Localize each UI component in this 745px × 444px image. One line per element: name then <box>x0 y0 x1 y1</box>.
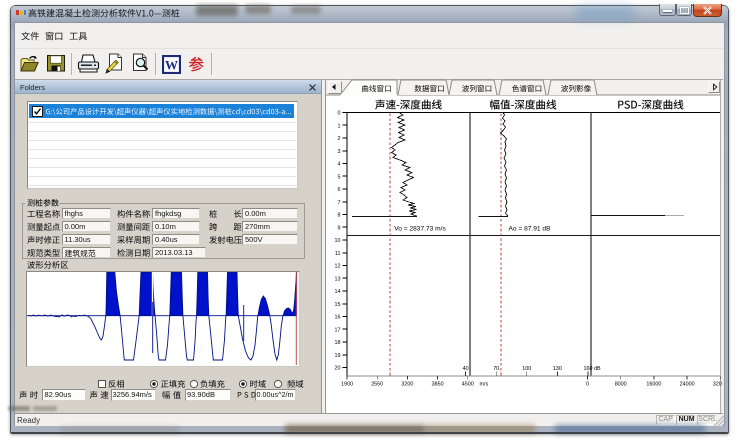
svg-text:14: 14 <box>335 289 341 295</box>
svg-text:160: 160 <box>584 366 593 372</box>
svg-text:40: 40 <box>463 366 469 372</box>
svg-text:16000: 16000 <box>646 382 661 388</box>
svg-text:3200: 3200 <box>401 382 413 388</box>
svg-text:13: 13 <box>335 276 341 282</box>
svg-text:dB: dB <box>594 366 601 372</box>
svg-text:4500: 4500 <box>462 382 474 388</box>
svg-text:24000: 24000 <box>680 382 695 388</box>
svg-text:130: 130 <box>553 366 562 372</box>
svg-text:10: 10 <box>335 238 341 244</box>
svg-text:Ao = 87.91 dB: Ao = 87.91 dB <box>509 226 552 233</box>
svg-text:15: 15 <box>335 302 341 308</box>
svg-text:19: 19 <box>335 353 341 359</box>
svg-text:8: 8 <box>338 213 341 219</box>
svg-text:5: 5 <box>338 174 341 180</box>
svg-text:W: W <box>165 58 178 73</box>
svg-text:18: 18 <box>335 340 341 346</box>
svg-text:3850: 3850 <box>432 382 444 388</box>
svg-text:0: 0 <box>338 111 341 117</box>
svg-text:4: 4 <box>338 162 341 168</box>
svg-text:70: 70 <box>493 366 499 372</box>
svg-text:6: 6 <box>338 187 341 193</box>
svg-text:2: 2 <box>338 136 341 142</box>
svg-text:Vo = 2837.73 m/s: Vo = 2837.73 m/s <box>394 226 446 233</box>
svg-text:17: 17 <box>335 327 341 333</box>
svg-text:7: 7 <box>338 200 341 206</box>
svg-text:1: 1 <box>338 123 341 129</box>
svg-text:100: 100 <box>522 366 531 372</box>
svg-text:0: 0 <box>586 382 589 388</box>
svg-text:8000: 8000 <box>615 382 627 388</box>
svg-text:2550: 2550 <box>371 382 383 388</box>
svg-text:12: 12 <box>335 264 341 270</box>
svg-text:1900: 1900 <box>341 382 353 388</box>
svg-text:9: 9 <box>338 225 341 231</box>
svg-text:3: 3 <box>338 149 341 155</box>
svg-text:16: 16 <box>335 315 341 321</box>
svg-text:m/s: m/s <box>480 382 489 388</box>
svg-text:20: 20 <box>335 366 341 372</box>
svg-text:11: 11 <box>335 251 341 257</box>
svg-text:32000: 32000 <box>713 382 722 388</box>
